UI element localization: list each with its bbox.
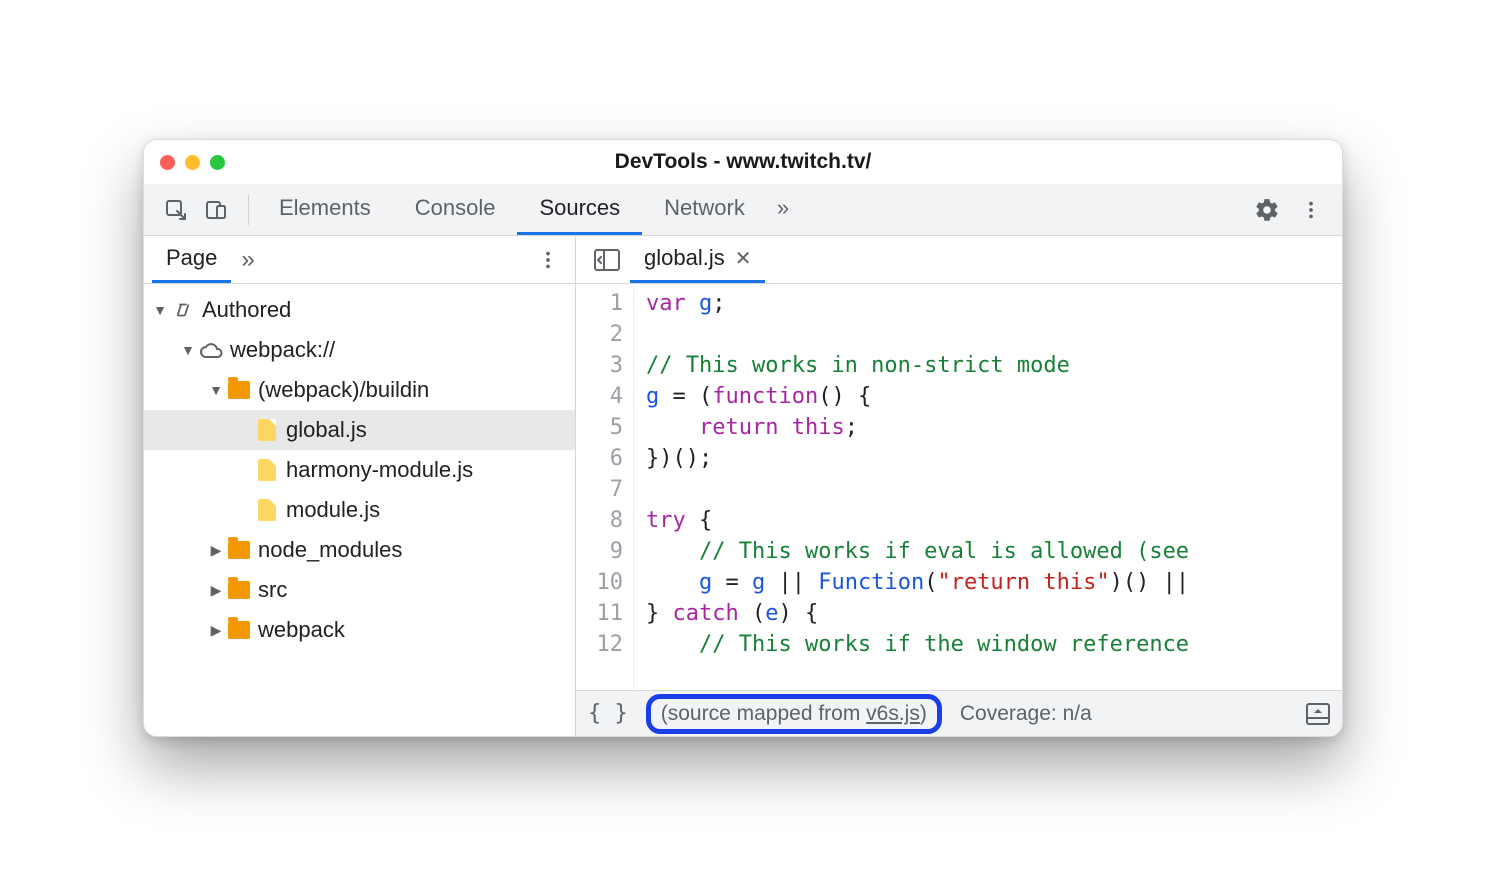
tree-label: harmony-module.js [286, 457, 473, 483]
folder-icon [226, 581, 252, 599]
code-editor[interactable]: 123456789101112 var g; // This works in … [576, 284, 1342, 690]
window-title: DevTools - www.twitch.tv/ [144, 150, 1342, 174]
chevron-right-icon[interactable]: ▶ [208, 542, 224, 559]
tree-folder[interactable]: ▼ Authored [144, 290, 575, 330]
kebab-menu-icon[interactable] [1300, 199, 1322, 221]
separator [248, 195, 249, 225]
chevron-down-icon[interactable]: ▼ [152, 302, 168, 318]
main-tab-network[interactable]: Network [642, 184, 767, 235]
code-icon [170, 299, 196, 321]
chevron-right-icon[interactable]: ▶ [208, 622, 224, 639]
close-window-button[interactable] [160, 155, 175, 170]
file-icon [254, 459, 280, 481]
tabs-overflow-button[interactable]: » [767, 184, 799, 235]
device-toolbar-icon[interactable] [204, 198, 228, 222]
navigator-tabs-overflow[interactable]: » [241, 246, 254, 274]
file-tree: ▼ Authored ▼ webpack:// ▼ (webpack)/buildin gl… [144, 284, 575, 736]
tree-folder[interactable]: ▼ (webpack)/buildin [144, 370, 575, 410]
file-icon [254, 499, 280, 521]
devtools-window: DevTools - www.twitch.tv/ ElementsConsol… [143, 139, 1343, 737]
tree-label: node_modules [258, 537, 402, 563]
gear-icon[interactable] [1254, 197, 1280, 223]
file-icon [254, 419, 280, 441]
traffic-lights [160, 155, 225, 170]
coverage-label: Coverage: n/a [960, 702, 1092, 726]
main-tab-elements[interactable]: Elements [257, 184, 393, 235]
tree-folder[interactable]: ▶ src [144, 570, 575, 610]
zoom-window-button[interactable] [210, 155, 225, 170]
tree-folder[interactable]: ▼ webpack:// [144, 330, 575, 370]
cloud-icon [198, 340, 224, 360]
folder-icon [226, 381, 252, 399]
editor-statusbar: { } (source mapped from v6s.js) Coverage… [576, 690, 1342, 736]
source-map-callout: (source mapped from v6s.js) [646, 694, 942, 734]
chevron-right-icon[interactable]: ▶ [208, 582, 224, 599]
tree-folder[interactable]: ▶ node_modules [144, 530, 575, 570]
chevron-down-icon[interactable]: ▼ [180, 342, 196, 358]
minimize-window-button[interactable] [185, 155, 200, 170]
folder-icon [226, 621, 252, 639]
folder-icon [226, 541, 252, 559]
tree-label: global.js [286, 417, 367, 443]
tree-label: module.js [286, 497, 380, 523]
navigator-panel: Page » ▼ Authored ▼ webpack:// ▼ (webpack)/bu… [144, 236, 576, 736]
tree-label: webpack:// [230, 337, 335, 363]
tree-file[interactable]: harmony-module.js [144, 450, 575, 490]
tree-file[interactable]: module.js [144, 490, 575, 530]
toggle-navigator-icon[interactable] [584, 249, 630, 271]
tree-file[interactable]: global.js [144, 410, 575, 450]
file-tab-label: global.js [644, 245, 725, 271]
code-content: var g; // This works in non-strict modeg… [634, 284, 1342, 690]
tree-label: (webpack)/buildin [258, 377, 429, 403]
source-map-label: (source mapped from v6s.js) [661, 702, 927, 726]
tree-label: src [258, 577, 287, 603]
titlebar: DevTools - www.twitch.tv/ [144, 140, 1342, 184]
show-drawer-icon[interactable] [1306, 703, 1330, 725]
line-gutter: 123456789101112 [576, 284, 634, 690]
pretty-print-icon[interactable]: { } [588, 701, 628, 726]
tree-label: webpack [258, 617, 345, 643]
tree-label: Authored [202, 297, 291, 323]
inspect-element-icon[interactable] [164, 198, 188, 222]
close-tab-icon[interactable]: ✕ [735, 246, 752, 271]
file-tab-global-js[interactable]: global.js ✕ [630, 236, 765, 283]
navigator-tabs: Page » [144, 236, 575, 284]
source-map-link[interactable]: v6s.js [866, 702, 920, 725]
navigator-more-icon[interactable] [529, 249, 567, 271]
editor-panel: global.js ✕ 123456789101112 var g; // Th… [576, 236, 1342, 736]
main-tab-sources[interactable]: Sources [517, 184, 642, 235]
navigator-tab-page[interactable]: Page [152, 236, 231, 283]
main-tab-console[interactable]: Console [393, 184, 518, 235]
tree-folder[interactable]: ▶ webpack [144, 610, 575, 650]
editor-tabs: global.js ✕ [576, 236, 1342, 284]
main-tabs: ElementsConsoleSourcesNetwork » [144, 184, 1342, 236]
chevron-down-icon[interactable]: ▼ [208, 382, 224, 398]
